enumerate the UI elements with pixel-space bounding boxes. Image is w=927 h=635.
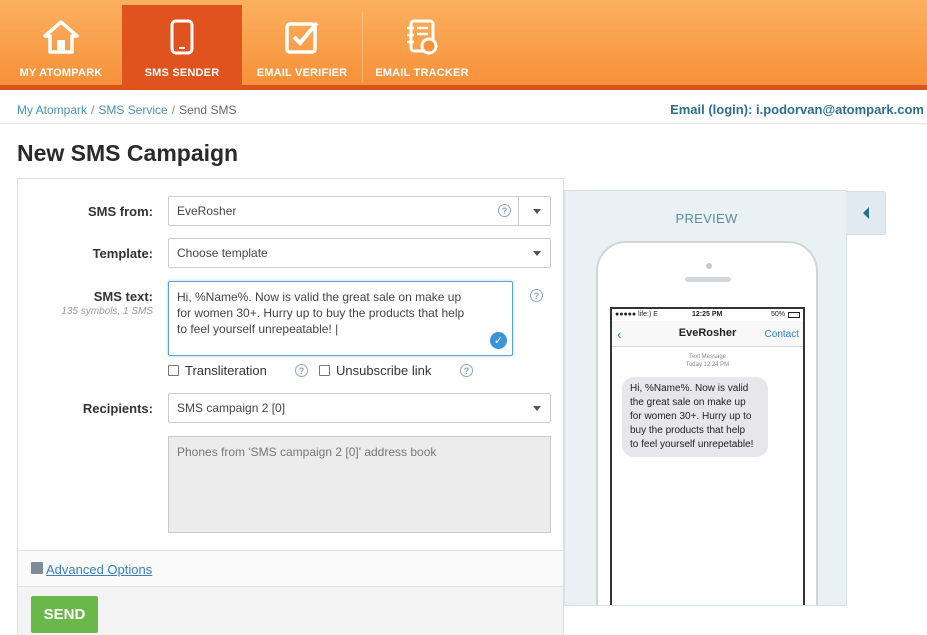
nav-label: SMS SENDER [144, 67, 220, 79]
advanced-options-bar: Advanced Options [18, 550, 563, 587]
top-navigation: MY ATOMPARK SMS SENDER EMAIL VERIFIER EM… [0, 0, 927, 90]
help-icon[interactable]: ? [530, 289, 543, 302]
recipients-value: SMS campaign 2 [0] [177, 401, 286, 415]
sms-from-value: EveRosher [177, 204, 237, 218]
campaign-form: SMS from: EveRosher ? Template: Choose t… [17, 178, 564, 635]
account-login: Email (login): i.podorvan@atompark.com [670, 102, 924, 117]
bubble-line: Hi, %Name%. Now is valid [630, 383, 749, 394]
chat-header: ‹ EveRosher Contact [612, 321, 803, 347]
chat-contact-link: Contact [764, 329, 799, 340]
recipients-select[interactable]: SMS campaign 2 [0] [168, 393, 551, 423]
battery-icon [788, 312, 800, 318]
chevron-down-icon [533, 209, 541, 214]
phones-placeholder: Phones from 'SMS campaign 2 [0]' address… [177, 445, 437, 459]
recipients-label: Recipients: [82, 401, 153, 416]
send-button[interactable]: SEND [31, 596, 98, 633]
help-icon[interactable]: ? [460, 364, 473, 377]
phones-textarea[interactable]: Phones from 'SMS campaign 2 [0]' address… [168, 436, 551, 533]
home-icon [41, 17, 81, 57]
message-bubble: Hi, %Name%. Now is valid the great sale … [622, 377, 768, 457]
sms-preview-panel: PREVIEW ●●●●● life:) E 12:25 PM 50% ‹ Ev… [564, 190, 847, 606]
transliteration-label: Transliteration [185, 363, 267, 378]
sms-text-label: SMS text: [93, 289, 153, 304]
page-title: New SMS Campaign [17, 140, 239, 166]
notebook-icon [402, 17, 442, 57]
check-icon: ✓ [490, 332, 507, 349]
help-icon[interactable]: ? [295, 364, 308, 377]
breadcrumb-current: Send SMS [179, 103, 237, 117]
sms-text-input[interactable]: Hi, %Name%. Now is valid the great sale … [168, 281, 513, 356]
advanced-options-link[interactable]: Advanced Options [46, 562, 152, 577]
nav-sms-sender[interactable]: SMS SENDER [122, 5, 242, 90]
message-timestamp: Today 12:24 PM [685, 362, 730, 368]
speaker [685, 277, 731, 282]
nav-email-tracker[interactable]: EMAIL TRACKER [362, 5, 482, 90]
phone-screen: ●●●●● life:) E 12:25 PM 50% ‹ EveRosher … [610, 307, 805, 605]
phone-mockup: ●●●●● life:) E 12:25 PM 50% ‹ EveRosher … [596, 241, 818, 605]
camera-dot [706, 263, 712, 269]
template-select[interactable]: Choose template [168, 238, 551, 268]
carrier-signal: ●●●●● life:) E [615, 311, 658, 318]
unsubscribe-checkbox[interactable] [319, 365, 330, 376]
breadcrumb: My Atompark / SMS Service / Send SMS [17, 103, 236, 117]
breadcrumb-separator: / [91, 103, 95, 117]
sms-from-dropdown-button[interactable] [518, 197, 550, 225]
template-value: Choose template [177, 246, 268, 260]
bubble-line: buy the products that help [630, 425, 746, 436]
nav-label: MY ATOMPARK [19, 67, 103, 79]
sms-text-line: Hi, %Name%. Now is valid the great sale … [177, 290, 462, 304]
nav-email-verifier[interactable]: EMAIL VERIFIER [242, 5, 362, 90]
bubble-line: the great sale on make up [630, 397, 746, 408]
sms-from-label: SMS from: [88, 204, 153, 219]
bubble-line: to feel yourself unrepetable! [630, 439, 754, 450]
sms-text-line: to feel yourself unrepeatable! | [177, 322, 339, 336]
status-bar: ●●●●● life:) E 12:25 PM 50% [612, 309, 803, 321]
breadcrumb-separator: / [171, 103, 176, 117]
checkbox-icon [282, 17, 322, 57]
chevron-left-icon [862, 207, 869, 219]
transliteration-checkbox[interactable] [168, 365, 179, 376]
nav-my-atompark[interactable]: MY ATOMPARK [0, 5, 122, 90]
send-area: SEND [18, 587, 563, 635]
message-meta: Text Message Today 12:24 PM [612, 353, 803, 369]
unsubscribe-label: Unsubscribe link [336, 363, 432, 378]
breadcrumb-link-sms-service[interactable]: SMS Service [98, 103, 167, 117]
sms-text-line: for women 30+. Hurry up to buy the produ… [177, 306, 465, 320]
nav-label: EMAIL TRACKER [375, 67, 469, 79]
save-icon [31, 562, 43, 574]
battery-level: 50% [770, 311, 785, 318]
bubble-line: for women 30+. Hurry up to [630, 411, 752, 422]
collapse-preview-button[interactable] [846, 191, 886, 235]
chevron-down-icon [533, 406, 541, 411]
template-label: Template: [92, 246, 153, 261]
nav-label: EMAIL VERIFIER [256, 67, 348, 79]
status-time: 12:25 PM [692, 311, 723, 318]
phone-icon [162, 17, 202, 57]
message-type: Text Message [688, 354, 727, 360]
sms-from-input[interactable]: EveRosher ? [168, 196, 551, 226]
sms-counter: 135 symbols, 1 SMS [61, 306, 153, 317]
chevron-down-icon [533, 251, 541, 256]
divider [0, 123, 927, 124]
breadcrumb-link-my-atompark[interactable]: My Atompark [17, 103, 87, 117]
preview-title: PREVIEW [675, 211, 738, 226]
help-icon[interactable]: ? [498, 204, 511, 217]
